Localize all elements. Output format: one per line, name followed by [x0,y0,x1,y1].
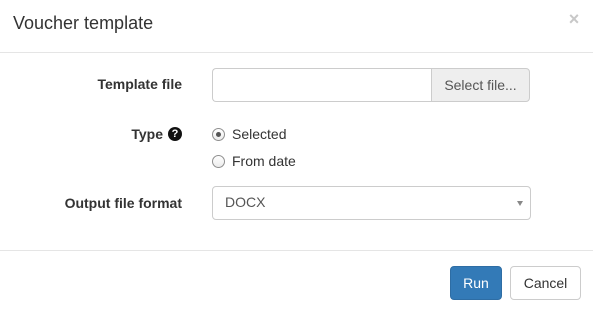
dialog-footer: Run Cancel [0,250,593,312]
dialog-title: Voucher template [13,13,154,33]
cancel-button[interactable]: Cancel [510,266,581,300]
dialog-header: Voucher template × [0,0,593,53]
radio-option-from-date[interactable]: From date [212,152,296,170]
chevron-down-icon [517,201,523,206]
question-circle-icon[interactable]: ? [168,127,182,141]
radio-selected-button[interactable] [212,127,225,141]
template-file-label: Template file [97,76,182,92]
output-format-label: Output file format [64,195,182,211]
radio-option-selected[interactable]: Selected [212,125,286,143]
output-format-select[interactable]: DOCX [212,186,531,220]
voucher-template-dialog: Voucher template × Template file Select … [0,0,593,312]
radio-from-date-label: From date [232,153,296,169]
radio-from-date-button[interactable] [212,154,225,168]
select-file-button[interactable]: Select file... [431,68,530,102]
type-label: Type [131,126,163,142]
output-format-value: DOCX [225,194,266,210]
run-button[interactable]: Run [450,266,502,300]
close-icon[interactable]: × [567,10,581,28]
template-file-input[interactable] [212,68,431,102]
radio-selected-label: Selected [232,126,287,142]
